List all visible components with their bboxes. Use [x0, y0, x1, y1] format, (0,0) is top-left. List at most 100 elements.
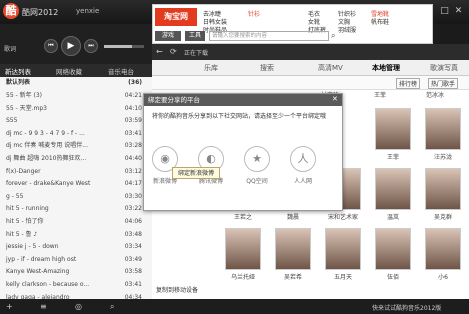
tab-mv[interactable]: 高清MV — [318, 63, 343, 73]
rank-button[interactable]: 排行榜 — [396, 78, 421, 89]
back-icon[interactable]: ← — [156, 47, 163, 56]
tools-button[interactable]: 工具 — [185, 31, 205, 41]
artist-name[interactable]: 王若之 — [218, 212, 268, 221]
maximize-button[interactable]: □ — [439, 6, 450, 17]
artist-name[interactable]: 宋和艺术家 — [318, 212, 368, 221]
list-icon[interactable]: ≡ — [40, 302, 47, 311]
artist-photo[interactable] — [375, 108, 411, 150]
song-title: S55 — [6, 117, 18, 125]
close-button[interactable]: ✕ — [453, 6, 464, 17]
app-logo: 酷 — [3, 3, 19, 19]
song-title: g - 55 — [6, 192, 24, 200]
locate-icon[interactable]: ◎ — [75, 302, 82, 311]
tooltip: 绑定新浪微博 — [172, 167, 220, 179]
playlist-count: (36) — [128, 79, 142, 86]
taobao-logo[interactable]: 淘宝网 — [155, 8, 197, 26]
sync-device-link[interactable]: 复制到移动设备 — [156, 285, 198, 294]
platform-label[interactable]: 人人网 — [283, 176, 323, 185]
song-duration: 03:12 — [124, 167, 142, 175]
tab-local[interactable]: 本地管理 — [372, 63, 400, 73]
hot-singers-button[interactable]: 热门歌手 — [428, 78, 459, 89]
playlist-row[interactable]: hit 5 - 怕了你 04:06 — [0, 216, 152, 229]
tab-library[interactable]: 乐库 — [204, 63, 218, 73]
song-duration: 03:41 — [124, 281, 142, 288]
artist-name[interactable]: 王菲 — [355, 90, 405, 99]
playlist-row[interactable]: g - 55 03:30 — [0, 191, 152, 204]
artist-name[interactable]: 王菲 — [368, 152, 418, 161]
playlist-row[interactable]: kelly clarkson - because o... 03:41 — [0, 279, 152, 292]
prev-button[interactable]: ⏮ — [44, 39, 58, 53]
playlist-row[interactable]: hit 5 - running 03:22 — [0, 203, 152, 216]
artist-name[interactable]: 汪苏泷 — [418, 152, 468, 161]
artist-name[interactable]: 温岚 — [368, 212, 418, 221]
playlist-row[interactable]: dj mc 伴奏 喊麦专用 说唱伴... 03:28 — [0, 140, 152, 153]
artist-name[interactable]: 伍佰 — [368, 272, 418, 281]
artist-photo[interactable] — [425, 168, 461, 210]
playlist: 默认列表 (36) 55 - 新年 (3) 04:21 55 - 天堂.mp3 04:1… — [0, 77, 152, 301]
artist-name[interactable]: 范冰冰 — [410, 90, 460, 99]
tab-photos[interactable]: 歌演写真 — [430, 63, 458, 73]
playlist-row[interactable]: jessie j - 5 - down 03:34 — [0, 241, 152, 254]
playlist-row[interactable]: hit 5 - 鲁 ♪ 03:48 — [0, 229, 152, 242]
playlist-row[interactable]: dj 舞曲 超嗨 2010热舞狂欢... 04:40 — [0, 153, 152, 166]
playlist-row[interactable]: dj mc - 9 9 3 - 4 7 9 - f - ... 03:41 — [0, 128, 152, 141]
song-duration: 03:30 — [124, 192, 142, 200]
ad-link[interactable]: 针衫 — [248, 9, 260, 18]
artist-photo[interactable] — [325, 228, 361, 270]
search-icon[interactable]: ⌕ — [331, 31, 341, 41]
playlist-header[interactable]: 默认列表 (36) — [0, 77, 152, 90]
playlist-row[interactable]: forever - drake&Kanye West 04:17 — [0, 178, 152, 191]
promo-text[interactable]: 快来试试酷狗音乐2012版 — [372, 303, 441, 312]
playlist-row[interactable]: Kanye West-Amazing 03:58 — [0, 266, 152, 279]
artist-name[interactable]: 吴克群 — [418, 212, 468, 221]
qzone-icon[interactable]: ★ — [244, 146, 270, 172]
artist-name[interactable]: 吴若希 — [268, 272, 318, 281]
playlist-row[interactable]: S55 03:59 — [0, 115, 152, 128]
song-title: jessie j - 5 - down — [6, 243, 59, 251]
song-duration: 04:21 — [124, 92, 142, 99]
artist-name[interactable]: 魏晨 — [268, 212, 318, 221]
song-duration: 03:41 — [124, 129, 142, 137]
tab-search[interactable]: 搜索 — [260, 63, 274, 73]
artist-photo[interactable] — [275, 228, 311, 270]
game-button[interactable]: 游戏 — [155, 31, 181, 41]
playlist-row[interactable]: f(x)-Danger 03:12 — [0, 166, 152, 179]
artist-name[interactable]: 小6 — [418, 272, 468, 281]
tab-favorites[interactable]: 网络收藏 — [56, 66, 82, 76]
artist-photo[interactable] — [375, 168, 411, 210]
artist-name[interactable]: 五月天 — [318, 272, 368, 281]
add-icon[interactable]: + — [6, 302, 13, 311]
bottom-bar: + ≡ ◎ ⌕ 快来试试酷狗音乐2012版 — [0, 299, 469, 314]
tab-radio[interactable]: 音乐电台 — [108, 66, 134, 76]
artist-photo[interactable] — [375, 228, 411, 270]
artist-photo[interactable] — [425, 108, 461, 150]
song-title: forever - drake&Kanye West — [6, 180, 91, 188]
playlist-row[interactable]: jyp - if - dream high ost 03:49 — [0, 254, 152, 267]
song-title: 55 - 天堂.mp3 — [6, 104, 47, 112]
song-duration: 03:22 — [124, 205, 142, 213]
artist-name[interactable]: 乌兰托娅 — [218, 272, 268, 281]
tab-playlist[interactable]: 新达列表 — [5, 66, 31, 76]
platform-label[interactable]: QQ空间 — [237, 176, 277, 185]
playlist-row[interactable]: 55 - 天堂.mp3 04:10 — [0, 103, 152, 116]
artist-photo[interactable] — [225, 228, 261, 270]
volume-fill — [104, 45, 132, 48]
playlist-row[interactable]: 55 - 新年 (3) 04:21 — [0, 90, 152, 103]
next-button[interactable]: ⏭ — [84, 39, 98, 53]
search-input[interactable]: 请输入您要搜索的内容 — [209, 31, 329, 41]
song-duration: 04:06 — [124, 218, 142, 225]
song-title: f(x)-Danger — [6, 167, 41, 175]
refresh-icon[interactable]: ⟳ — [170, 47, 177, 56]
song-duration: 03:34 — [124, 243, 142, 251]
renren-icon[interactable]: 人 — [290, 146, 316, 172]
ad-link[interactable]: 帆布鞋 — [371, 17, 389, 26]
song-title: kelly clarkson - because o... — [6, 281, 90, 288]
play-button[interactable]: ▶ — [61, 36, 81, 56]
song-title: hit 5 - 鲁 ♪ — [6, 230, 38, 238]
artist-photo[interactable] — [425, 228, 461, 270]
lyric-toggle[interactable]: 歌词 — [4, 44, 16, 53]
dialog-close-button[interactable]: ✕ — [332, 95, 338, 103]
ad-banner[interactable]: 淘宝网 去冰睫 日韩女装 时尚鞋品 针衫 毛衣 女靴 打底裤 针织衫 文胸 羽绒… — [152, 4, 433, 44]
user-name[interactable]: yenxie — [76, 7, 99, 15]
search-icon[interactable]: ⌕ — [110, 302, 114, 312]
